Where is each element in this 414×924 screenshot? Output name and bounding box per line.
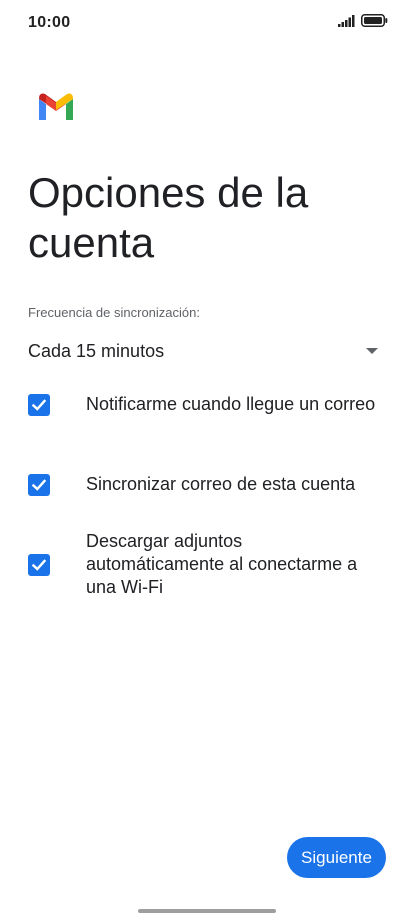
option-label: Sincronizar correo de esta cuenta [86, 474, 356, 494]
option-notify-new-mail[interactable]: Notificarme cuando llegue un correo [28, 393, 386, 416]
gmail-logo [36, 91, 76, 121]
status-time: 10:00 [28, 14, 71, 31]
checkbox-sync-icon[interactable] [28, 473, 50, 496]
status-icons [338, 14, 388, 32]
option-download-attachments[interactable]: Descargar adjuntos automáticamente al co… [28, 530, 386, 599]
battery-icon [361, 14, 388, 32]
next-button[interactable]: Siguiente [287, 837, 386, 878]
dropdown-arrow-icon [366, 348, 378, 354]
checkbox-notify-icon[interactable] [28, 393, 50, 416]
home-indicator[interactable] [138, 909, 276, 913]
sync-frequency-value: Cada 15 minutos [28, 340, 165, 361]
signal-icon [338, 14, 355, 32]
option-label: Notificarme cuando llegue un correo [86, 394, 376, 414]
sync-frequency-dropdown[interactable]: Cada 15 minutos [28, 336, 386, 366]
checkbox-download-icon[interactable] [28, 553, 50, 576]
page-title: Opciones de la cuenta [28, 169, 309, 266]
option-sync-mail[interactable]: Sincronizar correo de esta cuenta [28, 473, 386, 496]
status-bar: 10:00 [0, 0, 414, 48]
option-label: Descargar adjuntos automáticamente al co… [86, 531, 358, 597]
sync-frequency-label: Frecuencia de sincronización: [28, 305, 200, 320]
